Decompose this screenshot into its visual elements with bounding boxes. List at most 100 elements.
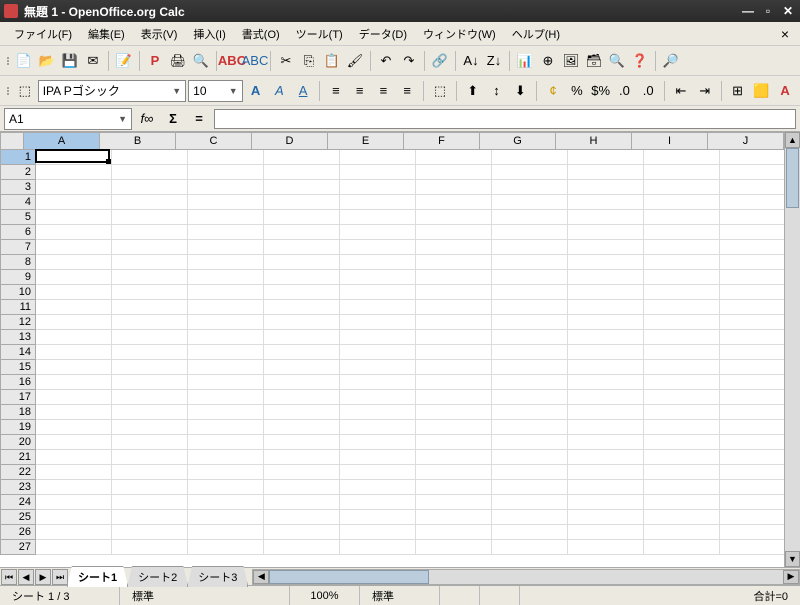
cell[interactable] [644,225,720,240]
cell[interactable] [188,480,264,495]
cell[interactable] [416,300,492,315]
function-wizard-button[interactable]: f∞ [136,108,158,130]
cell[interactable] [568,180,644,195]
row-header[interactable]: 11 [0,300,36,315]
menu-window[interactable]: ウィンドウ(W) [415,23,504,45]
percent-button[interactable]: % [566,80,588,102]
save-button[interactable]: 💾 [59,50,81,72]
sort-desc-button[interactable]: Z↓ [483,50,505,72]
cell[interactable] [568,465,644,480]
menu-data[interactable]: データ(D) [351,23,415,45]
toolbar-handle[interactable] [4,57,12,65]
cell[interactable] [644,375,720,390]
cell[interactable] [112,315,188,330]
cell[interactable] [568,540,644,555]
cell[interactable] [644,210,720,225]
cell[interactable] [568,495,644,510]
scroll-thumb[interactable] [269,570,429,584]
cell[interactable] [340,195,416,210]
cell[interactable] [644,345,720,360]
row-header[interactable]: 19 [0,420,36,435]
cell[interactable] [416,180,492,195]
cell[interactable] [112,405,188,420]
scroll-right-button[interactable]: ▶ [783,570,799,584]
cell[interactable] [720,210,784,225]
row-header[interactable]: 23 [0,480,36,495]
cell[interactable] [188,300,264,315]
cell[interactable] [340,375,416,390]
cell[interactable] [36,525,112,540]
cell[interactable] [112,225,188,240]
cell[interactable] [36,420,112,435]
column-header[interactable]: I [632,132,708,150]
gallery-button[interactable]: 🖼 [560,50,582,72]
cell[interactable] [416,195,492,210]
cell[interactable] [720,465,784,480]
cell[interactable] [340,150,416,165]
cell[interactable] [720,240,784,255]
maximize-button[interactable]: ▫ [760,3,776,19]
cell[interactable] [36,285,112,300]
cell[interactable] [264,345,340,360]
cell[interactable] [644,255,720,270]
cell[interactable] [568,390,644,405]
paste-button[interactable]: 📋 [321,50,343,72]
scroll-track[interactable] [785,148,800,551]
scroll-left-button[interactable]: ◀ [253,570,269,584]
cell[interactable] [36,195,112,210]
column-header[interactable]: B [100,132,176,150]
cell[interactable] [416,465,492,480]
cell[interactable] [492,195,568,210]
cell[interactable] [644,240,720,255]
cell[interactable] [416,510,492,525]
cell[interactable] [644,420,720,435]
cell[interactable] [36,465,112,480]
cell[interactable] [720,345,784,360]
cell[interactable] [416,165,492,180]
cell[interactable] [112,285,188,300]
prev-sheet-button[interactable]: ◀ [18,569,34,585]
cell[interactable] [492,525,568,540]
cell[interactable] [644,450,720,465]
cell[interactable] [416,495,492,510]
row-header[interactable]: 5 [0,210,36,225]
close-button[interactable]: ✕ [780,3,796,19]
cell[interactable] [264,180,340,195]
cell[interactable] [36,540,112,555]
cell[interactable] [112,465,188,480]
cell[interactable] [644,525,720,540]
cell[interactable] [340,345,416,360]
sheet-tab-3[interactable]: シート3 [187,566,248,587]
cell[interactable] [188,315,264,330]
cell[interactable] [720,480,784,495]
cell[interactable] [340,315,416,330]
cell[interactable] [568,165,644,180]
align-bottom-button[interactable]: ⬇ [509,80,531,102]
standard-format-button[interactable]: $% [590,80,612,102]
cell[interactable] [720,510,784,525]
cell[interactable] [644,465,720,480]
cell[interactable] [188,165,264,180]
cell[interactable] [340,165,416,180]
cell[interactable] [340,405,416,420]
name-box[interactable]: A1▼ [4,108,132,130]
cell[interactable] [112,165,188,180]
cell[interactable] [264,195,340,210]
cell[interactable] [568,510,644,525]
cell[interactable] [568,210,644,225]
cell[interactable] [492,435,568,450]
insert-mode[interactable]: 標準 [360,586,440,605]
cell[interactable] [340,420,416,435]
row-header[interactable]: 20 [0,435,36,450]
cell[interactable] [416,390,492,405]
cell[interactable] [568,255,644,270]
remove-decimal-button[interactable]: .0 [637,80,659,102]
row-header[interactable]: 2 [0,165,36,180]
cell[interactable] [568,360,644,375]
cell[interactable] [492,150,568,165]
cell[interactable] [112,390,188,405]
cell[interactable] [416,285,492,300]
cell[interactable] [644,390,720,405]
cell[interactable] [416,435,492,450]
cell[interactable] [340,390,416,405]
